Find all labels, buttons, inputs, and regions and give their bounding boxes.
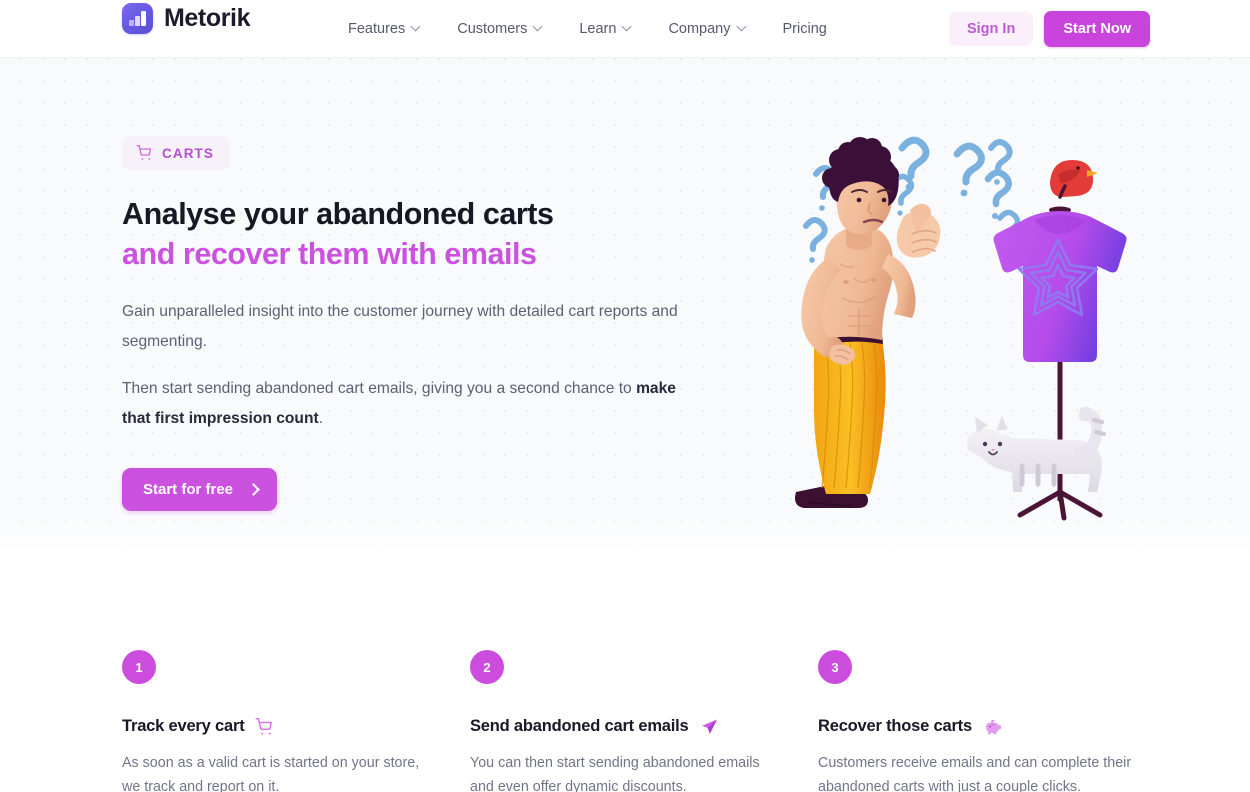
header-actions: Sign In Start Now [948,0,1150,58]
nav-item-learn[interactable]: Learn [561,0,650,58]
nav-item-label: Pricing [782,21,827,37]
brand-name: Metorik [164,4,251,32]
step-description: As soon as a valid cart is started on yo… [122,755,420,792]
chevron-down-icon [412,23,421,32]
steps-section: 1 Track every cart As soon as a valid ca… [0,562,1250,792]
main-navigation: Features Customers Learn Company Pricing [348,0,845,58]
step-title: Send abandoned cart emails [470,717,770,736]
nav-item-features[interactable]: Features [348,0,439,58]
paper-plane-icon [700,718,719,736]
step-title-label: Recover those carts [818,717,972,735]
step-title: Track every cart [122,717,422,736]
site-header: Metorik Features Customers Learn Company… [0,0,1250,58]
piggy-bank-icon [983,718,1003,736]
nav-item-label: Learn [579,21,617,37]
bar-chart-logo-icon [122,3,153,34]
nav-item-label: Customers [457,21,528,37]
nav-item-customers[interactable]: Customers [439,0,561,58]
step-title-label: Track every cart [122,717,245,735]
nav-item-label: Company [668,21,731,37]
hero-copy: CARTS Analyse your abandoned carts and r… [122,136,722,511]
steps-list: 1 Track every cart As soon as a valid ca… [122,650,1250,792]
shopping-cart-icon [136,145,153,161]
step-description: You can then start sending abandoned ema… [470,755,760,792]
hero-paragraph-2-suffix: . [318,409,324,427]
hero-section: CARTS Analyse your abandoned carts and r… [0,58,1250,562]
step-title: Recover those carts [818,717,1166,736]
chevron-right-icon [249,485,258,494]
hero-title-line2: and recover them with emails [122,237,537,272]
carts-badge: CARTS [122,136,230,170]
chevron-down-icon [738,23,747,32]
nav-item-company[interactable]: Company [650,0,764,58]
sign-in-button[interactable]: Sign In [948,12,1034,46]
step-number-badge: 1 [122,650,156,684]
carts-badge-label: CARTS [162,145,214,161]
confused-shopper-tshirt-mannequin-illustration [782,130,1182,530]
shopping-cart-icon [255,717,274,736]
chevron-down-icon [623,23,632,32]
hero-paragraph-2-prefix: Then start sending abandoned cart emails… [122,379,637,397]
brand-logo-link[interactable]: Metorik [122,3,251,34]
step-description: Customers receive emails and can complet… [818,755,1132,792]
hero-paragraph-1: Gain unparalleled insight into the custo… [122,302,678,350]
hero-paragraph-2: Then start sending abandoned cart emails… [122,374,702,434]
start-for-free-button[interactable]: Start for free [122,467,278,511]
step-item-2: 2 Send abandoned cart emails You can the… [470,650,818,792]
step-item-1: 1 Track every cart As soon as a valid ca… [122,650,470,792]
start-for-free-label: Start for free [143,480,234,498]
step-number-badge: 2 [470,650,504,684]
nav-item-label: Features [348,21,406,37]
page-title: Analyse your abandoned carts and recover… [122,194,722,275]
nav-item-pricing[interactable]: Pricing [765,0,845,58]
hero-title-line1: Analyse your abandoned carts [122,197,554,231]
step-title-label: Send abandoned cart emails [470,717,689,735]
start-now-button[interactable]: Start Now [1044,11,1150,47]
step-number-badge: 3 [818,650,852,684]
chevron-down-icon [534,23,543,32]
step-item-3: 3 Recover those carts Customers receive … [818,650,1166,792]
